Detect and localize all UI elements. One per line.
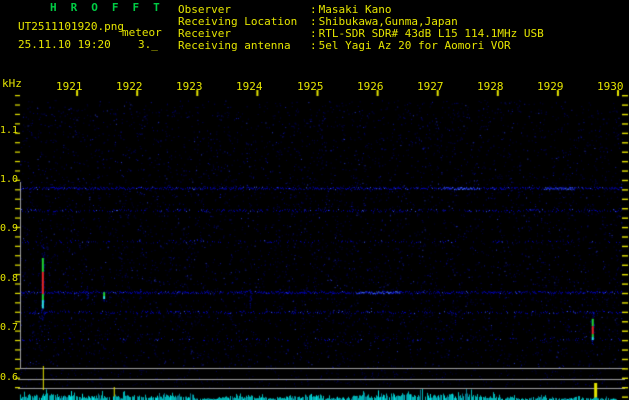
app-title: HROFFT (50, 1, 174, 14)
info-label: Receiving antenna (178, 39, 291, 52)
time-tick-label: 1923 (176, 80, 203, 93)
time-tick-label: 1928 (477, 80, 504, 93)
hrofft-window: HROFFT UT2511101920.png meteor 25.11.10 … (0, 0, 629, 400)
time-tick-label: 1927 (417, 80, 444, 93)
capture-filename: UT2511101920.png (18, 20, 124, 33)
freq-tick-label: 0.6 (0, 372, 19, 383)
capture-datetime: 25.11.10 19:20 (18, 38, 111, 51)
time-tick-label: 1925 (297, 80, 324, 93)
time-tick-label: 1924 (236, 80, 263, 93)
freq-unit-label: kHz (2, 77, 22, 90)
info-separator: : (310, 39, 317, 52)
observation-info: Observer: Masaki Kano Receiving Location:… (178, 4, 544, 52)
spectrogram-canvas (0, 0, 629, 400)
time-tick-label: 1922 (116, 80, 143, 93)
freq-tick-label: 0.8 (0, 273, 19, 284)
info-row-antenna: Receiving antenna:5el Yagi Az 20 for Aom… (178, 40, 544, 52)
time-tick-label: 1930 (597, 80, 624, 93)
freq-tick-label: 0.7 (0, 322, 19, 333)
time-tick-label: 1929 (537, 80, 564, 93)
time-tick-label: 1921 (56, 80, 83, 93)
freq-tick-label: 1.1 (0, 125, 19, 136)
freq-tick-label: 1.0 (0, 174, 19, 185)
time-tick-label: 1926 (357, 80, 384, 93)
meteor-count: 3._ (138, 38, 158, 51)
info-value: 5el Yagi Az 20 for Aomori VOR (318, 39, 511, 52)
freq-tick-label: 0.9 (0, 223, 19, 234)
